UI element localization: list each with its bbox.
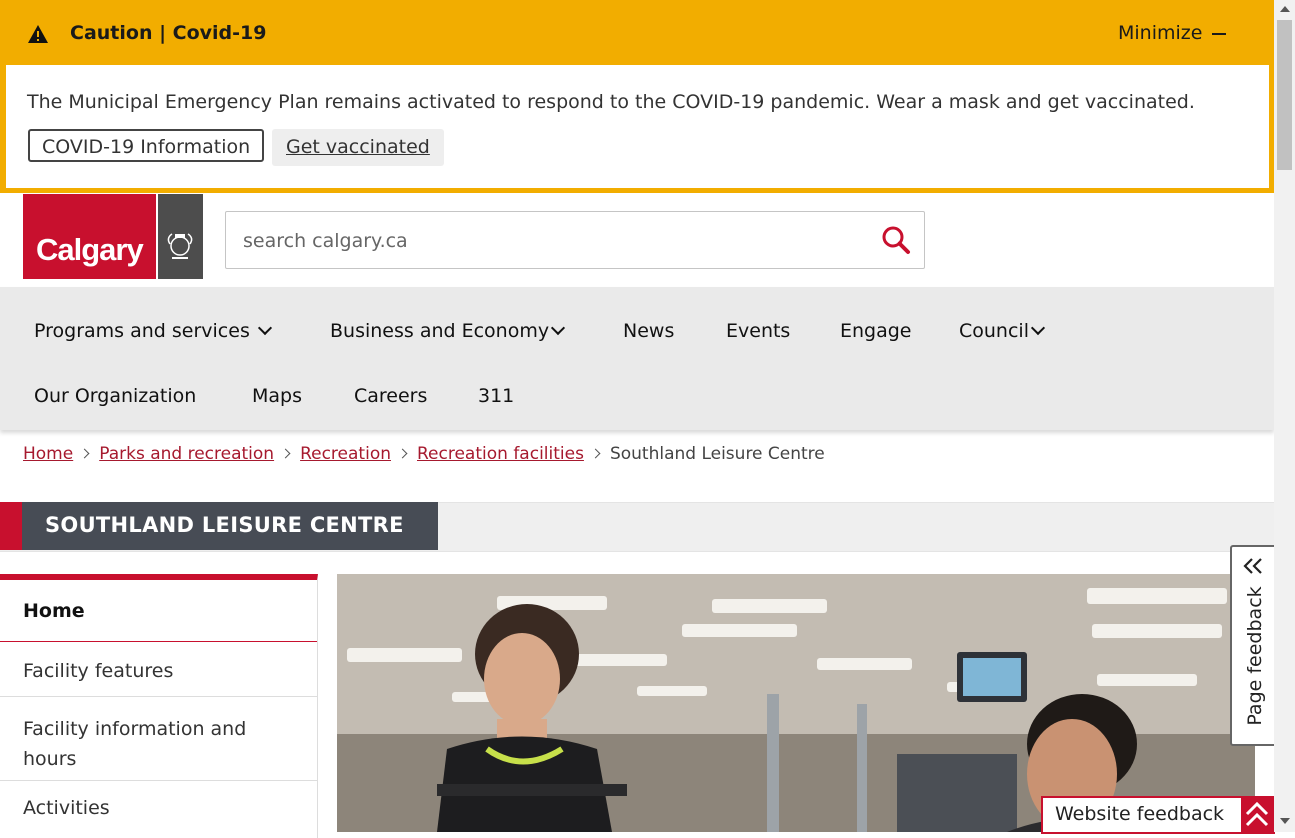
sidenav-item-activities[interactable]: Activities <box>0 781 317 838</box>
minimize-button[interactable]: Minimize <box>1118 22 1227 44</box>
scroll-up-arrow-icon[interactable] <box>1280 6 1290 12</box>
alert-title: Caution | Covid-19 <box>70 22 267 44</box>
website-feedback-button[interactable]: Website feedback <box>1041 796 1275 834</box>
nav-label: Council <box>959 320 1029 342</box>
nav-news[interactable]: News <box>623 320 674 342</box>
nav-events[interactable]: Events <box>726 320 790 342</box>
breadcrumb-link-recreation[interactable]: Recreation <box>300 444 391 464</box>
calgary-logo[interactable]: Calgary <box>23 194 203 279</box>
sidenav-label: Home <box>23 600 85 622</box>
alert-message: The Municipal Emergency Plan remains act… <box>27 91 1195 113</box>
sidenav-label: Facility information and hours <box>23 718 247 770</box>
breadcrumb-link-home[interactable]: Home <box>23 444 73 464</box>
warning-icon <box>28 25 48 43</box>
chevron-right-icon <box>280 448 291 459</box>
main-navigation: Programs and services Business and Econo… <box>0 287 1274 430</box>
chevron-down-icon <box>257 320 272 336</box>
logo-red-panel: Calgary <box>23 194 156 279</box>
search-icon[interactable] <box>881 225 911 255</box>
chevron-down-icon <box>1030 320 1046 336</box>
scroll-down-arrow-icon[interactable] <box>1280 818 1290 824</box>
coat-of-arms-icon <box>158 194 203 279</box>
sidenav-item-home[interactable]: Home <box>0 580 317 642</box>
website-feedback-label: Website feedback <box>1055 803 1225 825</box>
nav-label: Programs and services <box>34 320 250 342</box>
nav-engage[interactable]: Engage <box>840 320 912 342</box>
breadcrumb-current: Southland Leisure Centre <box>609 444 825 464</box>
nav-label: Business and Economy <box>330 320 550 342</box>
logo-text: Calgary <box>36 232 144 267</box>
breadcrumb-link-parks-and-recreation[interactable]: Parks and recreation <box>99 444 274 464</box>
covid-information-button[interactable]: COVID-19 Information <box>28 129 265 162</box>
page-title: SOUTHLAND LEISURE CENTRE <box>45 513 404 537</box>
chevron-right-icon <box>79 448 90 459</box>
search-box <box>225 211 925 270</box>
search-input[interactable] <box>241 212 865 270</box>
breadcrumb: Home Parks and recreation Recreation Recrea… <box>23 444 825 464</box>
double-chevron-up-icon <box>1241 798 1273 832</box>
minimize-label: Minimize <box>1118 22 1203 44</box>
nav-maps[interactable]: Maps <box>252 385 302 407</box>
scrollbar-thumb[interactable] <box>1277 20 1292 170</box>
alert-body: The Municipal Emergency Plan remains act… <box>6 65 1269 188</box>
nav-our-organization[interactable]: Our Organization <box>34 385 196 407</box>
chevron-right-icon <box>397 448 408 459</box>
sidenav-item-facility-information-and-hours[interactable]: Facility information and hours <box>0 697 317 781</box>
minimize-dash-icon <box>1212 32 1227 35</box>
sidenav-label: Activities <box>23 797 110 819</box>
nav-311[interactable]: 311 <box>478 385 514 407</box>
title-accent-bar <box>0 502 22 550</box>
sidenav-label: Facility features <box>23 660 174 682</box>
chevron-down-icon <box>551 320 566 336</box>
vertical-scrollbar[interactable] <box>1274 0 1295 832</box>
breadcrumb-link-recreation-facilities[interactable]: Recreation facilities <box>417 444 584 464</box>
page-title-box: SOUTHLAND LEISURE CENTRE <box>22 502 438 550</box>
get-vaccinated-link[interactable]: Get vaccinated <box>272 129 444 166</box>
nav-programs-and-services[interactable]: Programs and services <box>34 320 272 342</box>
alert-header: Caution | Covid-19 Minimize <box>0 0 1274 64</box>
side-navigation: Home Facility features Facility informat… <box>0 574 318 838</box>
hero-image <box>337 574 1255 832</box>
nav-careers[interactable]: Careers <box>354 385 427 407</box>
nav-business-and-economy[interactable]: Business and Economy <box>330 320 566 342</box>
page-feedback-tab[interactable]: Page feedback <box>1230 545 1277 746</box>
page-feedback-label: Page feedback <box>1244 586 1266 726</box>
sidenav-item-facility-features[interactable]: Facility features <box>0 643 317 697</box>
covid-alert: Caution | Covid-19 Minimize The Municipa… <box>0 0 1274 193</box>
nav-council[interactable]: Council <box>959 320 1046 342</box>
chevron-right-icon <box>590 448 601 459</box>
